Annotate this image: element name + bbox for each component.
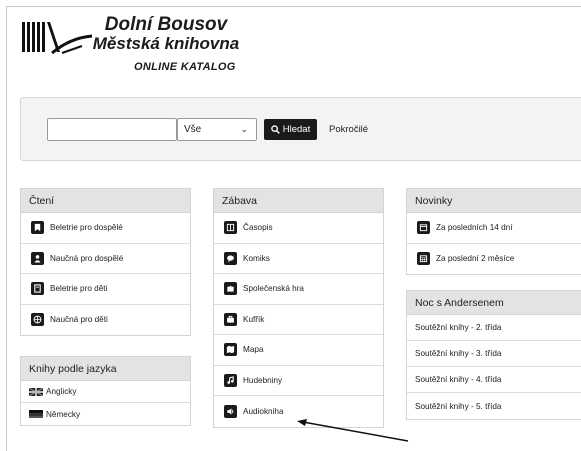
chevron-down-icon: ⌄ — [240, 124, 248, 134]
news-item[interactable]: Za poslední 2 měsíce — [407, 244, 581, 275]
language-item[interactable]: Anglicky — [21, 381, 190, 403]
puzzle-icon — [224, 282, 237, 296]
contest-item[interactable]: Soutěžní knihy - 4. třída — [407, 367, 581, 393]
language-item-label: Anglicky — [46, 387, 77, 396]
panel-zabava: Zábava Časopis Komiks Společenská hra Ku… — [213, 188, 384, 428]
search-icon — [270, 125, 280, 134]
category-item[interactable]: Časopis — [214, 213, 383, 244]
category-item[interactable]: Komiks — [214, 244, 383, 274]
category-item-label: Společenská hra — [243, 284, 304, 294]
news-item[interactable]: Za posledních 14 dní — [407, 213, 581, 244]
category-item[interactable]: Kufřík — [214, 305, 383, 335]
panel-noc-title: Noc s Andersenem — [407, 291, 581, 315]
library-name-line1: Dolní Bousov — [104, 14, 228, 35]
scope-select-value: Vše — [184, 124, 202, 135]
person-icon — [31, 251, 44, 265]
speech-bubble-icon — [224, 251, 237, 265]
magazine-icon — [224, 221, 237, 235]
category-item-label: Časopis — [243, 223, 273, 233]
search-button[interactable]: Hledat — [264, 119, 317, 140]
category-item-label: Naučná pro děti — [50, 315, 108, 325]
advanced-search-link[interactable]: Pokročilé — [329, 124, 368, 135]
category-item-label: Beletrie pro dospělé — [50, 223, 123, 233]
scope-select[interactable]: Vše ⌄ — [177, 118, 257, 141]
uk-flag-icon — [29, 387, 43, 396]
panel-cteni-title: Čtení — [21, 189, 190, 213]
category-item[interactable]: Společenská hra — [214, 274, 383, 305]
category-item[interactable]: Hudebniny — [214, 366, 383, 396]
search-input[interactable] — [47, 118, 177, 141]
panel-jazyk-title: Knihy podle jazyka — [21, 357, 190, 381]
catalog-subtitle: ONLINE KATALOG — [134, 61, 236, 73]
panel-cteni: Čtení Beletrie pro dospělé Naučná pro do… — [20, 188, 191, 336]
category-item-label: Komiks — [243, 253, 270, 263]
library-name-line2: Městská knihovna — [92, 34, 240, 53]
book-icon — [31, 221, 44, 235]
category-item[interactable]: Beletrie pro děti — [21, 274, 190, 305]
annotation-arrow — [297, 419, 409, 442]
de-flag-icon — [29, 410, 43, 418]
book-outline-icon — [31, 282, 44, 296]
calendar-grid-icon — [417, 252, 430, 266]
panel-noc-s-andersenem: Noc s Andersenem Soutěžní knihy - 2. tří… — [406, 290, 581, 420]
contest-item[interactable]: Soutěžní knihy - 3. třída — [407, 341, 581, 367]
library-title: Dolní Bousov Městská knihovna — [86, 15, 246, 53]
contest-item[interactable]: Soutěžní knihy - 2. třída — [407, 315, 581, 341]
search-button-label: Hledat — [282, 124, 311, 135]
category-item-label: Beletrie pro děti — [50, 284, 108, 294]
music-icon — [224, 373, 237, 387]
category-item-label: Mapa — [243, 345, 264, 355]
speaker-icon — [224, 404, 237, 418]
category-item-label: Hudebniny — [243, 375, 283, 385]
panel-jazyk: Knihy podle jazyka Anglicky Německy — [20, 356, 191, 426]
category-item[interactable]: Mapa — [214, 335, 383, 366]
category-item[interactable]: Naučná pro děti — [21, 305, 190, 336]
panel-novinky-title: Novinky — [407, 189, 581, 213]
language-item[interactable]: Německy — [21, 403, 190, 425]
briefcase-icon — [224, 312, 237, 326]
category-item[interactable]: Naučná pro dospělé — [21, 244, 190, 274]
category-item-label: Audiokniha — [243, 406, 284, 416]
news-item-label: Za poslední 2 měsíce — [436, 254, 515, 264]
panel-zabava-title: Zábava — [214, 189, 383, 213]
news-item-label: Za posledních 14 dní — [436, 223, 513, 233]
category-item-label: Naučná pro dospělé — [50, 253, 124, 263]
language-item-label: Německy — [46, 409, 81, 419]
globe-icon — [31, 313, 44, 327]
category-item[interactable]: Beletrie pro dospělé — [21, 213, 190, 244]
map-icon — [224, 343, 237, 357]
panel-novinky: Novinky Za posledních 14 dní Za poslední… — [406, 188, 581, 275]
contest-item[interactable]: Soutěžní knihy - 5. třída — [407, 393, 581, 419]
category-item-label: Kufřík — [243, 314, 265, 324]
calendar-icon — [417, 221, 430, 235]
